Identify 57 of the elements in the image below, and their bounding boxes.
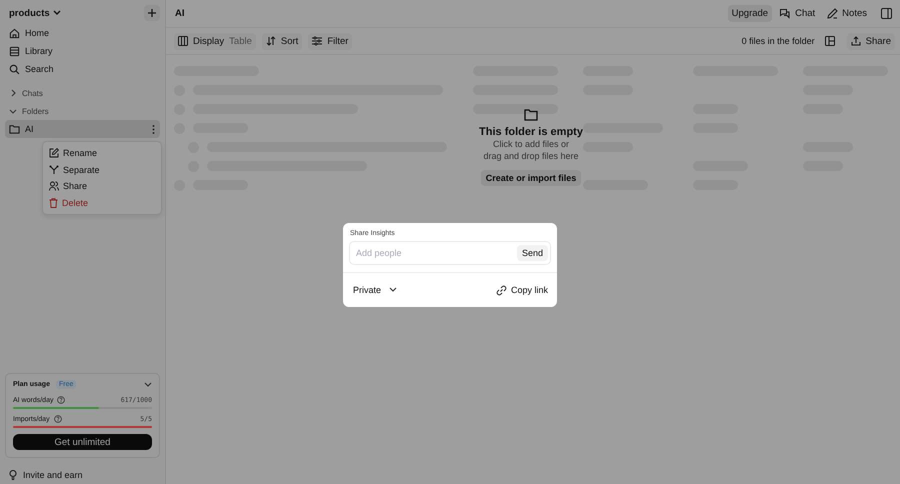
upload-icon bbox=[850, 36, 861, 46]
nav-item[interactable]: Home bbox=[5, 24, 160, 42]
menu-item[interactable]: Rename bbox=[43, 145, 161, 162]
help-icon[interactable] bbox=[57, 396, 66, 404]
section-toggle[interactable]: Folders bbox=[5, 102, 160, 120]
header-button[interactable]: Upgrade bbox=[728, 5, 772, 22]
folder-item[interactable]: AI bbox=[5, 120, 160, 138]
edit-icon bbox=[49, 148, 59, 158]
bulb-icon bbox=[9, 470, 17, 480]
header-button[interactable]: Chat bbox=[776, 5, 820, 22]
caret-icon bbox=[52, 10, 61, 16]
send-button[interactable]: Send bbox=[516, 245, 548, 261]
display-button[interactable]: Display Table bbox=[174, 32, 256, 50]
filter-icon bbox=[312, 36, 322, 46]
empty-title: This folder is empty bbox=[479, 126, 583, 138]
pen-icon bbox=[827, 8, 838, 19]
layout-icon[interactable] bbox=[824, 36, 835, 46]
help-icon[interactable] bbox=[54, 415, 62, 423]
sort-icon bbox=[266, 36, 276, 46]
add-button[interactable] bbox=[144, 5, 160, 21]
library-icon bbox=[9, 46, 20, 56]
get-unlimited-button[interactable]: Get unlimited bbox=[13, 434, 152, 450]
copy-link-button[interactable]: Copy link bbox=[496, 284, 548, 296]
home-icon bbox=[9, 28, 20, 38]
create-button[interactable]: Create or import files bbox=[480, 170, 582, 186]
sort-button[interactable]: Sort bbox=[262, 32, 302, 50]
more-icon[interactable] bbox=[152, 124, 155, 134]
folder-icon bbox=[9, 124, 20, 134]
plus-icon bbox=[147, 8, 157, 18]
section-toggle[interactable]: Chats bbox=[5, 84, 160, 102]
search-icon bbox=[9, 64, 20, 74]
caret-icon bbox=[389, 287, 398, 293]
visibility-dropdown[interactable]: Private bbox=[353, 285, 398, 295]
header-button[interactable]: Notes bbox=[823, 5, 871, 22]
people-field[interactable]: Add people Send bbox=[349, 241, 551, 265]
chevron-icon[interactable] bbox=[144, 382, 152, 388]
columns-icon bbox=[178, 36, 188, 46]
trash-icon bbox=[49, 198, 58, 208]
menu-item[interactable]: Share bbox=[43, 178, 161, 194]
link-icon bbox=[496, 284, 507, 296]
nav-item[interactable]: Library bbox=[5, 42, 160, 60]
workspace-switcher[interactable]: products bbox=[5, 8, 144, 18]
filter-button[interactable]: Filter bbox=[308, 32, 352, 50]
share-button[interactable]: Share bbox=[846, 32, 895, 50]
branch-icon bbox=[49, 164, 59, 175]
menu-item[interactable]: Delete bbox=[43, 194, 161, 211]
folder-icon bbox=[524, 109, 538, 121]
invite-link[interactable]: Invite and earn bbox=[5, 458, 160, 484]
people-icon bbox=[49, 181, 59, 192]
empty-hint: drag and drop files here bbox=[483, 150, 579, 162]
menu-item[interactable]: Separate bbox=[43, 162, 161, 178]
file-count: 0 files in the folder bbox=[742, 36, 815, 46]
page-title: AI bbox=[175, 8, 184, 19]
chat-icon bbox=[780, 8, 792, 18]
sidebar-toggle-icon[interactable] bbox=[881, 8, 892, 19]
empty-hint: Click to add files or bbox=[492, 138, 570, 150]
nav-item[interactable]: Search bbox=[5, 60, 160, 78]
